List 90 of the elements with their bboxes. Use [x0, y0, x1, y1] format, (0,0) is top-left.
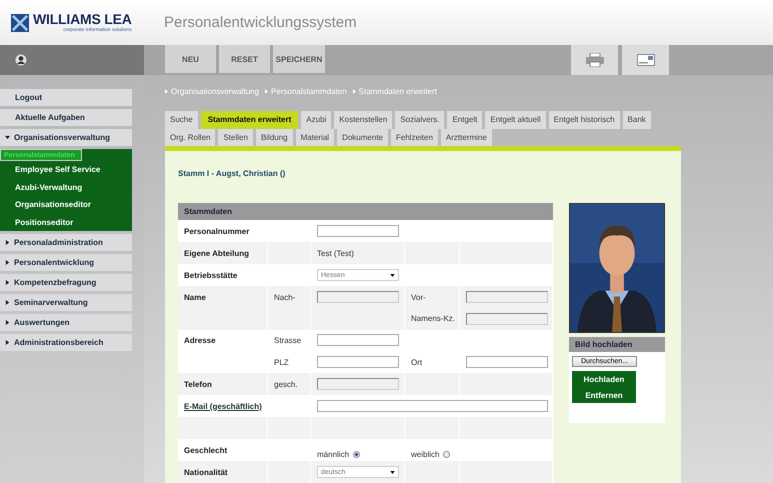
user-icon[interactable] — [15, 54, 27, 66]
radio-label: männlich — [317, 450, 350, 458]
radio-button[interactable] — [353, 450, 360, 458]
sidebar-group-label: Personalentwicklung — [14, 258, 94, 267]
card-icon — [636, 54, 654, 66]
tab[interactable]: Arzttermine — [440, 128, 492, 146]
section-header: Bild hochladen — [569, 337, 665, 352]
field-label: Telefon — [184, 380, 212, 388]
sidebar-group[interactable]: Organisationsverwaltung — [0, 129, 132, 146]
field-text: Ort — [411, 358, 422, 366]
sidebar-subitem[interactable]: Azubi-Verwaltung — [0, 178, 132, 196]
sidebar-group[interactable]: Personaladministration — [0, 234, 132, 251]
logo-wordmark: WILLIAMS LEA — [33, 12, 132, 27]
upload-action-button[interactable]: Entfernen — [572, 387, 636, 403]
tab[interactable]: Azubi — [301, 111, 332, 129]
card-button[interactable] — [622, 45, 669, 75]
sidebar-group-label: Organisationsverwaltung — [14, 133, 110, 142]
sidebar-group[interactable]: Seminarverwaltung — [0, 294, 132, 311]
toolbar-button[interactable]: SPEICHERN — [273, 45, 325, 73]
tab[interactable]: Entgelt historisch — [548, 111, 620, 129]
tab[interactable]: Bildung — [256, 128, 293, 146]
tab[interactable]: Bank — [622, 111, 651, 129]
tab[interactable]: Entgelt aktuell — [485, 111, 546, 129]
expand-icon — [5, 320, 10, 325]
breadcrumb-arrow-icon — [165, 88, 168, 94]
input-field[interactable] — [317, 334, 399, 346]
field-label: Nationalität — [184, 468, 228, 476]
section-header: Stammdaten — [178, 203, 553, 220]
toolbar-button[interactable]: RESET — [219, 45, 270, 73]
field-text: Strasse — [274, 336, 302, 345]
record-title: Stamm I - Augst, Christian () — [178, 169, 286, 180]
app-title: Personalentwicklungssystem — [164, 14, 357, 31]
logo-icon — [11, 14, 29, 32]
radio-label: weiblich — [411, 450, 440, 458]
field-label: Eigene Abteilung — [184, 248, 250, 258]
field-text: Nach- — [274, 292, 296, 302]
field-text: gesch. — [274, 380, 298, 388]
sidebar-subitem[interactable]: Employee Self Service — [0, 161, 132, 178]
sidebar-subitem[interactable]: Organisationseditor — [0, 196, 132, 214]
sidebar-group[interactable]: Auswertungen — [0, 314, 132, 331]
sidebar-group-label: Kompetenzbefragung — [14, 278, 96, 287]
tab[interactable]: Org. Rollen — [165, 128, 216, 146]
tab[interactable]: Dokumente — [337, 128, 388, 146]
sidebar-item[interactable]: Logout — [0, 89, 132, 106]
sidebar-group[interactable]: Kompetenzbefragung — [0, 274, 132, 291]
field-label: Personalnummer — [184, 226, 250, 236]
print-button[interactable] — [571, 45, 618, 75]
tab[interactable]: Entgelt — [447, 111, 482, 129]
expand-icon — [5, 240, 10, 245]
input-field[interactable] — [317, 225, 399, 237]
sidebar-item[interactable]: Aktuelle Aufgaben — [0, 109, 132, 126]
field-label-link[interactable]: E-Mail (geschäftlich) — [184, 402, 262, 410]
expand-icon — [5, 260, 10, 265]
sidebar-group[interactable]: Personalentwicklung — [0, 254, 132, 271]
dropdown-arrow-icon — [390, 470, 395, 474]
upload-action-button[interactable]: Hochladen — [572, 371, 636, 387]
printer-icon — [586, 53, 604, 67]
tab[interactable]: Stellen — [218, 128, 253, 146]
sidebar-subitem[interactable]: Positionseditor — [0, 214, 132, 231]
tab[interactable]: Suche — [165, 111, 198, 129]
field-label: Betriebsstätte — [184, 270, 238, 280]
input-field[interactable] — [466, 356, 548, 368]
field-text: PLZ — [274, 358, 289, 366]
sidebar-group-label: Auswertungen — [14, 318, 70, 327]
tab[interactable]: Stammdaten erweitert — [200, 111, 298, 129]
tab[interactable]: Kostenstellen — [334, 111, 392, 129]
field-text: Test (Test) — [317, 248, 354, 258]
field-text: Namens-Kz. — [411, 314, 456, 324]
dropdown-arrow-icon — [390, 274, 395, 276]
input-field[interactable] — [317, 356, 399, 368]
sidebar-group-label: Personaladministration — [14, 238, 103, 247]
sidebar-group[interactable]: Administrationsbereich — [0, 334, 132, 351]
tab[interactable]: Sozialvers. — [395, 111, 444, 129]
tab[interactable]: Fehlzeiten — [391, 128, 438, 146]
breadcrumb-arrow-icon — [352, 88, 356, 94]
tab[interactable]: Material — [296, 128, 334, 146]
sidebar-group-label: Seminarverwaltung — [14, 298, 88, 307]
expand-icon — [5, 135, 10, 140]
toolbar-button[interactable]: NEU — [165, 45, 216, 73]
expand-icon — [5, 340, 10, 345]
radio-button[interactable] — [443, 450, 450, 458]
field-label: Name — [184, 292, 206, 302]
field-label: Geschlecht — [184, 446, 228, 454]
expand-icon — [5, 300, 10, 305]
field-label: Adresse — [184, 336, 216, 345]
breadcrumb-arrow-icon — [265, 88, 268, 94]
email-field[interactable] — [317, 400, 548, 412]
sidebar-group-label: Administrationsbereich — [14, 338, 104, 347]
field-text: Vor- — [411, 292, 426, 302]
expand-icon — [5, 280, 10, 285]
